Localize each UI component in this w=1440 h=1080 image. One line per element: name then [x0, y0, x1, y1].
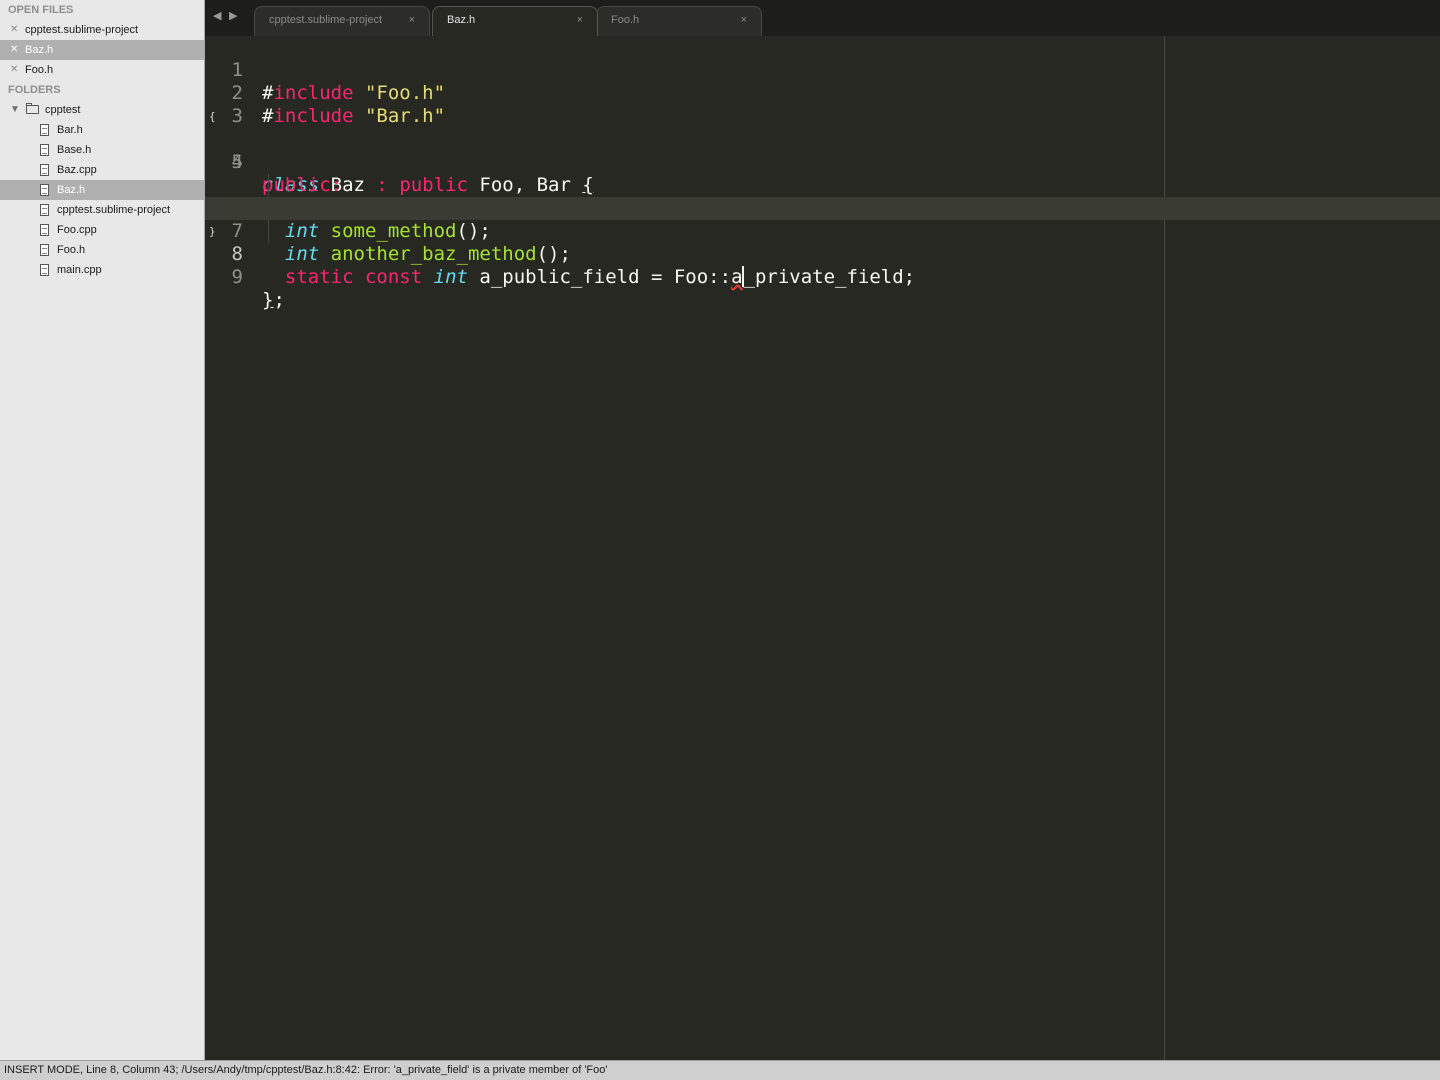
open-file-item-selected[interactable]: ✕ Baz.h	[0, 40, 204, 60]
code-line[interactable]: 1 #include "Foo.h"	[205, 36, 1440, 104]
code-line-current[interactable]: 8 static const int a_public_field = Foo:…	[205, 197, 1440, 288]
back-arrow-icon[interactable]: ◀	[213, 9, 221, 22]
file-item[interactable]: Baz.cpp	[0, 160, 204, 180]
file-item[interactable]: Bar.h	[0, 120, 204, 140]
code-line[interactable]: } 9 };	[205, 220, 1440, 311]
open-files-title: OPEN FILES	[8, 4, 74, 16]
file-item-selected[interactable]: Baz.h	[0, 180, 204, 200]
code-line[interactable]: 7 int another_baz_method();	[205, 174, 1440, 265]
code-line[interactable]: { 4 class Baz : public Foo, Bar {	[205, 105, 1440, 196]
close-icon[interactable]: ✕	[10, 20, 22, 40]
tab-close-icon[interactable]: ×	[741, 7, 747, 33]
code-line[interactable]: 2 #include "Bar.h"	[205, 59, 1440, 127]
file-item[interactable]: main.cpp	[0, 260, 204, 280]
file-label: cpptest.sublime-project	[57, 204, 171, 216]
file-item[interactable]: cpptest.sublime-project	[0, 200, 204, 220]
fold-open-icon[interactable]: {	[209, 105, 216, 128]
open-file-label: Baz.h	[25, 44, 54, 56]
file-label: Bar.h	[57, 124, 83, 136]
open-file-item[interactable]: ✕ cpptest.sublime-project	[0, 20, 204, 40]
code-text[interactable]: int another_baz_method();	[262, 243, 571, 266]
code-editor[interactable]: 1 #include "Foo.h" 2 #include "Bar.h" 3 …	[205, 36, 1440, 1060]
code-text[interactable]: };	[262, 289, 285, 312]
sidebar: OPEN FILES ✕ cpptest.sublime-project ✕ B…	[0, 0, 205, 1060]
tab-baz-h[interactable]: Baz.h ×	[432, 6, 598, 36]
disclosure-triangle-down-icon[interactable]: ▼	[10, 100, 20, 120]
code-text[interactable]: static const int a_public_field = Foo::a…	[262, 266, 915, 289]
file-icon	[40, 184, 49, 196]
tab-label: cpptest.sublime-project	[269, 14, 383, 26]
tab-foo-h[interactable]: Foo.h ×	[596, 6, 762, 36]
file-icon	[40, 204, 49, 216]
close-icon[interactable]: ✕	[10, 40, 22, 60]
file-icon	[40, 124, 49, 136]
line-number: 9	[231, 266, 243, 288]
folder-open-icon	[26, 103, 39, 114]
file-item[interactable]: Base.h	[0, 140, 204, 160]
tab-label: Baz.h	[447, 14, 476, 26]
tab-cpptest-project[interactable]: cpptest.sublime-project ×	[254, 6, 430, 36]
code-line[interactable]: 3	[205, 82, 1440, 127]
file-icon	[40, 144, 49, 156]
file-item[interactable]: Foo.h	[0, 240, 204, 260]
fold-close-icon[interactable]: }	[209, 220, 216, 243]
tab-label: Foo.h	[611, 14, 640, 26]
tab-bar: ◀ ▶ cpptest.sublime-project × Foo.h × Ba…	[205, 0, 1440, 37]
file-icon	[40, 264, 49, 276]
file-label: Foo.h	[57, 244, 86, 256]
folder-label: cpptest	[45, 104, 81, 116]
close-icon[interactable]: ✕	[10, 60, 22, 80]
file-label: Baz.h	[57, 184, 86, 196]
tab-close-icon[interactable]: ×	[577, 7, 583, 33]
file-label: Baz.cpp	[57, 164, 97, 176]
file-icon	[40, 224, 49, 236]
file-label: Foo.cpp	[57, 224, 97, 236]
folders-title: FOLDERS	[8, 84, 61, 96]
code-line[interactable]: 6 int some_method();	[205, 151, 1440, 242]
file-label: Base.h	[57, 144, 92, 156]
open-file-label: cpptest.sublime-project	[25, 24, 139, 36]
open-file-item[interactable]: ✕ Foo.h	[0, 60, 204, 80]
tab-close-icon[interactable]: ×	[409, 7, 415, 33]
forward-arrow-icon[interactable]: ▶	[229, 9, 237, 22]
file-icon	[40, 244, 49, 256]
open-file-label: Foo.h	[25, 64, 54, 76]
file-item[interactable]: Foo.cpp	[0, 220, 204, 240]
folder-cpptest[interactable]: ▼ cpptest	[0, 100, 204, 120]
code-line[interactable]: 5 public:	[205, 128, 1440, 196]
file-label: main.cpp	[57, 264, 102, 276]
status-bar: INSERT MODE, Line 8, Column 43; /Users/A…	[0, 1060, 1440, 1080]
file-icon	[40, 164, 49, 176]
